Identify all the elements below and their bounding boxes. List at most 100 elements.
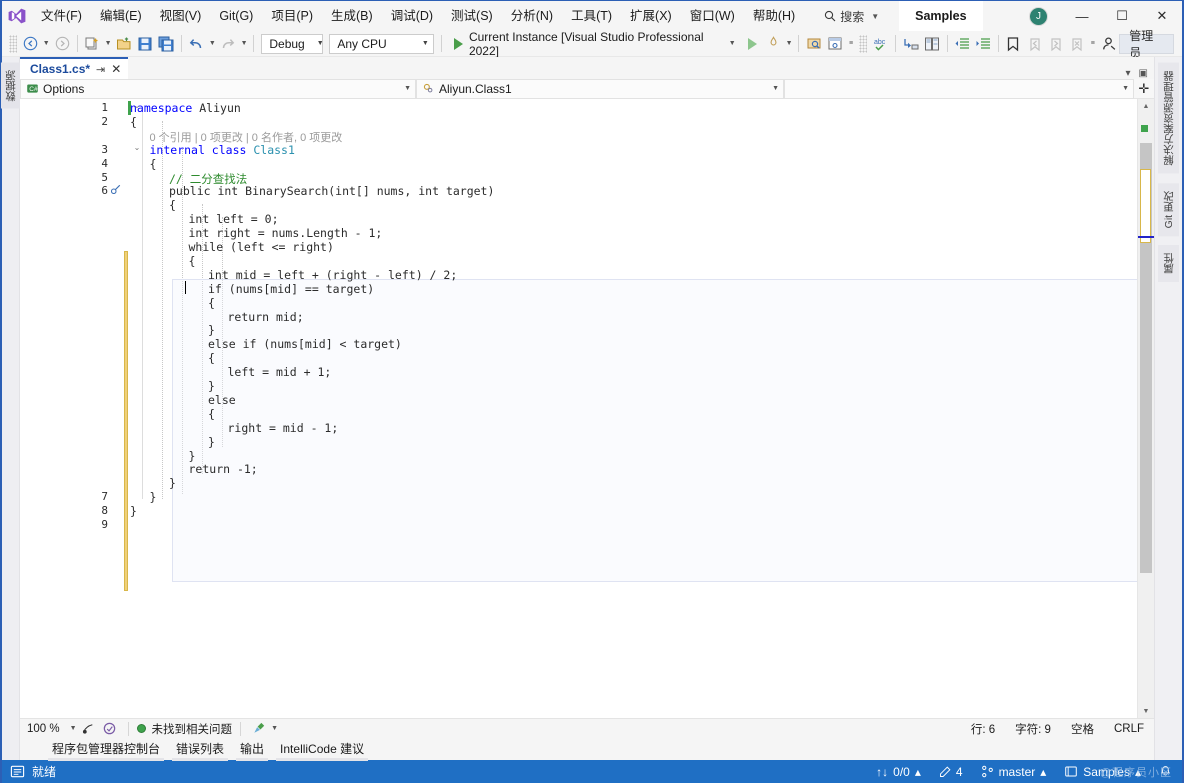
notifications-button[interactable] (1159, 765, 1172, 778)
chevron-down-icon[interactable]: ▼ (762, 85, 779, 92)
code-line[interactable]: left = mid + 1; (228, 365, 332, 379)
redo-icon[interactable] (218, 33, 239, 55)
code-line[interactable]: return -1; (189, 462, 258, 476)
code-line[interactable]: { (208, 351, 215, 365)
code-cleanup-dropdown-icon[interactable]: ▼ (269, 718, 280, 740)
close-icon[interactable]: ✕ (111, 62, 121, 76)
layout-preview-icon[interactable] (825, 33, 846, 55)
navigate-back-icon[interactable] (20, 33, 41, 55)
code-line[interactable]: } (208, 435, 215, 449)
code-line[interactable]: { (189, 254, 196, 268)
indent-decrease-icon[interactable] (951, 33, 972, 55)
column-indicator[interactable]: 字符: 9 (1015, 721, 1051, 737)
code-line[interactable]: } (208, 379, 215, 393)
hot-reload-icon[interactable] (763, 33, 784, 55)
platform-combo[interactable]: Any CPU ▼ (329, 34, 433, 54)
code-line[interactable]: else if (nums[mid] < target) (208, 337, 402, 351)
chevron-down-icon[interactable]: ▼ (1112, 85, 1129, 92)
pin-icon[interactable]: ⇥ (96, 63, 105, 76)
undo-icon[interactable] (186, 33, 207, 55)
code-line[interactable]: if (nums[mid] == target) (208, 282, 374, 296)
tool-tab-error-list[interactable]: 错误列表 (168, 740, 232, 758)
rail-tab-data-sources[interactable]: 数据源 (1, 63, 20, 109)
toolbar-overflow-icon[interactable]: ≡ (1087, 33, 1098, 55)
navbar-member-dropdown[interactable]: ▼ (784, 79, 1134, 99)
navbar-type-dropdown[interactable]: Aliyun.Class1 ▼ (416, 79, 784, 99)
code-line[interactable]: internal class Class1 (150, 143, 295, 157)
search-input[interactable]: 搜索 ▼ (818, 6, 885, 26)
menu-item-window[interactable]: 窗口(W) (681, 1, 744, 31)
tab-list-dropdown-icon[interactable]: ▾ (1126, 68, 1131, 79)
next-bookmark-icon[interactable] (1045, 33, 1066, 55)
menu-item-debug[interactable]: 调试(D) (382, 1, 442, 31)
rail-tab-properties[interactable]: 属性 (1158, 245, 1179, 282)
menu-item-extensions[interactable]: 扩展(X) (621, 1, 681, 31)
editor-vertical-scrollbar[interactable]: ▲ ▼ (1137, 99, 1154, 718)
code-line[interactable]: namespace Aliyun (130, 101, 241, 115)
open-file-icon[interactable] (113, 33, 134, 55)
menu-item-test[interactable]: 测试(S) (442, 1, 502, 31)
menu-item-help[interactable]: 帮助(H) (744, 1, 804, 31)
chevron-down-icon[interactable]: ▼ (410, 40, 429, 47)
menu-item-analyze[interactable]: 分析(N) (502, 1, 562, 31)
clear-bookmarks-icon[interactable] (1066, 33, 1087, 55)
chevron-down-icon[interactable]: ▼ (70, 725, 77, 732)
document-tab-class1[interactable]: Class1.cs* ⇥ ✕ (20, 57, 128, 79)
solution-name-tab[interactable]: Samples (899, 1, 982, 31)
no-issues-found-icon[interactable] (80, 720, 100, 738)
chevron-down-icon[interactable]: ▼ (394, 85, 411, 92)
minimize-button[interactable]: — (1062, 1, 1102, 31)
menu-item-project[interactable]: 项目(P) (262, 1, 322, 31)
start-debug-button[interactable]: Current Instance [Visual Studio Professi… (446, 33, 742, 55)
code-line[interactable]: } (189, 449, 196, 463)
code-line[interactable]: int right = nums.Length - 1; (189, 226, 383, 240)
configuration-combo[interactable]: Debug ▼ (261, 34, 323, 54)
chevron-down-icon[interactable]: ▼ (305, 40, 324, 47)
tool-tab-package-manager-console[interactable]: 程序包管理器控制台 (44, 740, 168, 758)
menu-item-view[interactable]: 视图(V) (151, 1, 211, 31)
menu-item-build[interactable]: 生成(B) (322, 1, 382, 31)
menu-item-file[interactable]: 文件(F) (32, 1, 91, 31)
code-line[interactable]: public int BinarySearch(int[] nums, int … (169, 184, 494, 198)
code-line[interactable]: int left = 0; (189, 212, 279, 226)
rail-tab-solution-explorer[interactable]: 解决方案资源管理器 (1158, 63, 1179, 174)
code-line[interactable]: } (150, 490, 157, 504)
start-without-debug-icon[interactable] (741, 33, 762, 55)
code-line[interactable]: else (208, 393, 236, 407)
new-project-dropdown-icon[interactable]: ▼ (103, 33, 114, 55)
sync-dropdown-icon[interactable]: ▴ (915, 765, 921, 779)
line-indicator[interactable]: 行: 6 (971, 721, 995, 737)
code-editor[interactable]: 1namespace Aliyun⌄2{0 个引用 | 0 项更改 | 0 名作… (20, 99, 1154, 718)
menu-item-tools[interactable]: 工具(T) (562, 1, 621, 31)
code-line[interactable]: { (130, 115, 137, 129)
menu-item-edit[interactable]: 编辑(E) (91, 1, 151, 31)
zoom-level-combo[interactable]: 100 % ▼ (20, 720, 80, 738)
add-split-icon[interactable]: ✛ (1134, 81, 1154, 97)
branch-status[interactable]: master ▴ (981, 765, 1047, 779)
indent-increase-icon[interactable] (973, 33, 994, 55)
repository-dropdown-icon[interactable]: ▴ (1135, 765, 1141, 779)
spellcheck-icon[interactable]: abc (870, 33, 891, 55)
undo-dropdown-icon[interactable]: ▼ (207, 33, 218, 55)
repository-status[interactable]: Samples ▴ (1064, 765, 1141, 779)
code-line[interactable]: return mid; (228, 310, 304, 324)
quick-actions-icon[interactable] (110, 183, 122, 195)
search-dropdown-icon[interactable]: ▼ (871, 12, 879, 21)
code-analysis-icon[interactable] (100, 720, 120, 738)
redo-dropdown-icon[interactable]: ▼ (239, 33, 250, 55)
hot-reload-dropdown-icon[interactable]: ▼ (784, 33, 795, 55)
bookmark-icon[interactable] (1003, 33, 1024, 55)
code-line[interactable]: { (208, 407, 215, 421)
code-line[interactable]: int mid = left + (right - left) / 2; (208, 268, 457, 282)
navbar-project-dropdown[interactable]: C# Options ▼ (20, 79, 416, 99)
previous-bookmark-icon[interactable] (1024, 33, 1045, 55)
tool-tab-output[interactable]: 输出 (232, 740, 272, 758)
avatar[interactable]: J (1029, 7, 1048, 26)
line-ending-indicator[interactable]: CRLF (1114, 723, 1144, 735)
indent-mode-indicator[interactable]: 空格 (1071, 721, 1094, 737)
code-line[interactable]: } (169, 476, 176, 490)
navigate-forward-icon[interactable] (51, 33, 72, 55)
navigate-back-dropdown-icon[interactable]: ▼ (41, 33, 52, 55)
code-line[interactable]: { (150, 157, 157, 171)
pending-changes-status[interactable]: 4 (939, 765, 963, 779)
